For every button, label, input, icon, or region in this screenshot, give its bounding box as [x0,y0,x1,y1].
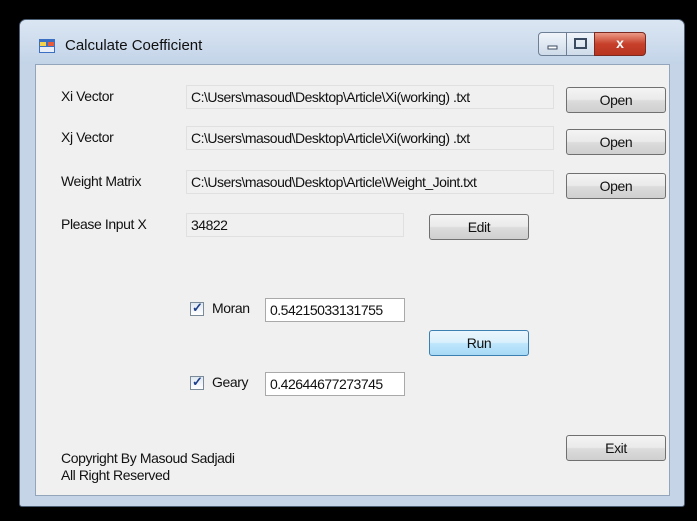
minimize-button[interactable] [538,32,567,56]
weight-matrix-path-field[interactable]: C:\Users\masoud\Desktop\Article\Weight_J… [186,170,554,194]
app-icon [39,39,55,53]
weight-open-button[interactable]: Open [566,173,666,199]
window-title: Calculate Coefficient [65,37,203,54]
maximize-button[interactable] [566,32,595,56]
weight-matrix-label: Weight Matrix [61,173,142,189]
input-x-field[interactable]: 34822 [186,213,404,237]
check-icon: ✓ [192,300,203,315]
moran-value-field[interactable]: 0.54215033131755 [265,298,405,322]
xj-vector-label: Xj Vector [61,129,114,145]
geary-value-field[interactable]: 0.42644677273745 [265,372,405,396]
copyright-line2: All Right Reserved [61,467,170,483]
xi-vector-label: Xi Vector [61,88,114,104]
close-icon: x [616,35,624,51]
minimize-icon [547,45,558,50]
form-body: Xi Vector C:\Users\masoud\Desktop\Articl… [35,64,670,496]
input-x-label: Please Input X [61,216,147,232]
geary-label: Geary [212,374,249,390]
main-window: Calculate Coefficient x Xi Vector C:\Use… [19,19,685,507]
geary-checkbox[interactable]: ✓ [190,374,204,390]
edit-button[interactable]: Edit [429,214,529,240]
copyright-line1: Copyright By Masoud Sadjadi [61,450,235,466]
moran-checkbox[interactable]: ✓ [190,300,204,316]
run-button[interactable]: Run [429,330,529,356]
xj-open-button[interactable]: Open [566,129,666,155]
xi-open-button[interactable]: Open [566,87,666,113]
title-bar[interactable]: Calculate Coefficient x [20,20,684,64]
xj-vector-path-field[interactable]: C:\Users\masoud\Desktop\Article\Xi(worki… [186,126,554,150]
moran-label: Moran [212,300,250,316]
xi-vector-path-field[interactable]: C:\Users\masoud\Desktop\Article\Xi(worki… [186,85,554,109]
exit-button[interactable]: Exit [566,435,666,461]
check-icon: ✓ [192,374,203,389]
close-button[interactable]: x [594,32,646,56]
maximize-icon [574,38,587,49]
